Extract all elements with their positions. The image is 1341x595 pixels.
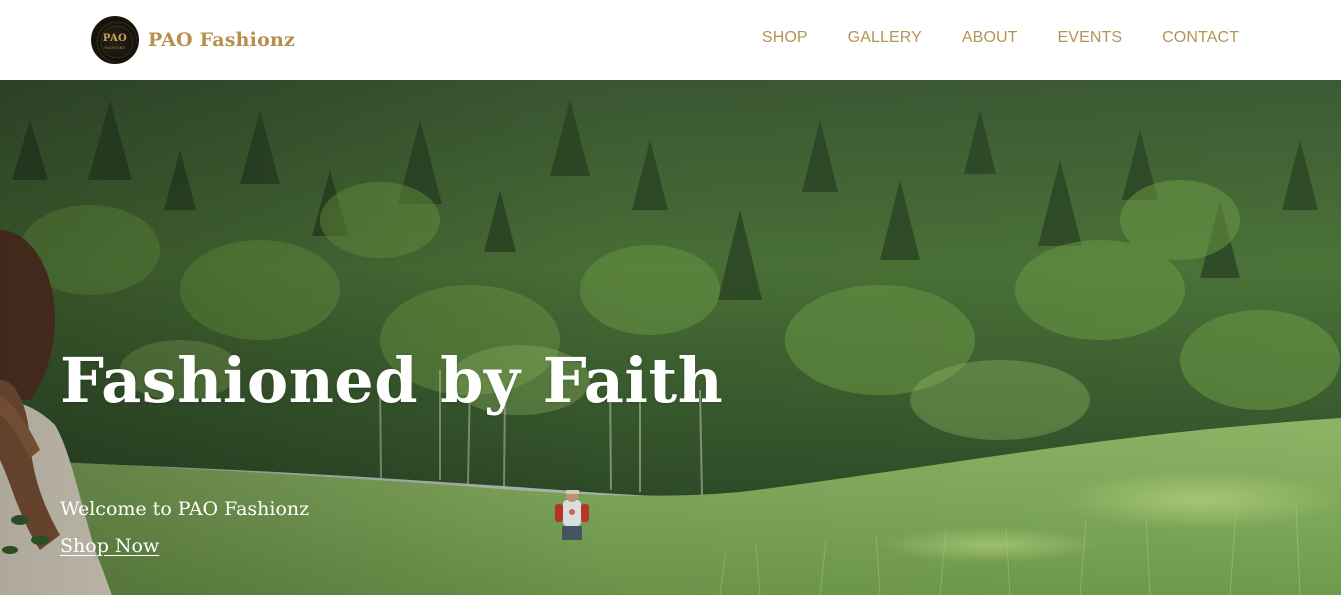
hero-welcome-text: Welcome to PAO Fashionz bbox=[60, 498, 310, 520]
nav-item-gallery[interactable]: GALLERY bbox=[848, 29, 922, 47]
site-header: PAO FASHIONZ PAO Fashionz SHOP GALLERY A… bbox=[0, 0, 1341, 80]
logo-subtext: FASHIONZ bbox=[104, 46, 126, 50]
hero-section: Fashioned by Faith Welcome to PAO Fashio… bbox=[0, 80, 1341, 595]
logo-text: PAO bbox=[102, 33, 128, 44]
nav-item-events[interactable]: EVENTS bbox=[1058, 29, 1123, 47]
nav-item-shop[interactable]: SHOP bbox=[762, 29, 808, 47]
nav-item-contact[interactable]: CONTACT bbox=[1162, 29, 1239, 47]
shop-now-link[interactable]: Shop Now bbox=[60, 537, 159, 556]
brand-logo: PAO FASHIONZ bbox=[91, 16, 139, 64]
main-nav: SHOP GALLERY ABOUT EVENTS CONTACT bbox=[762, 29, 1239, 47]
brand-home-link[interactable]: PAO FASHIONZ PAO Fashionz bbox=[91, 16, 295, 64]
hero-title: Fashioned by Faith bbox=[60, 344, 724, 417]
nav-item-about[interactable]: ABOUT bbox=[962, 29, 1018, 47]
brand-name: PAO Fashionz bbox=[148, 29, 295, 51]
